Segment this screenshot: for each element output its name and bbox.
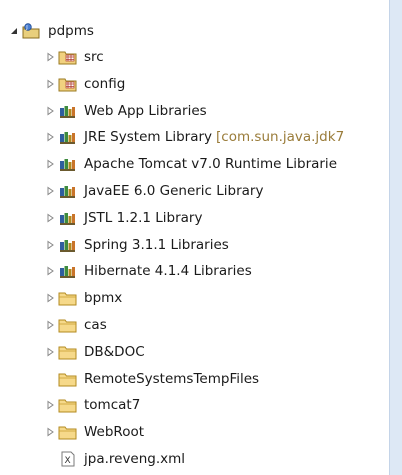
folder-icon: [58, 424, 78, 440]
tree-item[interactable]: JSTL 1.2.1 Library: [42, 205, 202, 231]
library-icon: [58, 156, 78, 172]
source-folder-icon: [58, 76, 78, 92]
tree-item[interactable]: Hibernate 4.1.4 Libraries: [42, 258, 252, 284]
tree-item[interactable]: Web App Libraries: [42, 98, 207, 124]
tree-item-label: tomcat7: [84, 397, 141, 414]
tree-item-label: JRE System Library: [84, 129, 213, 146]
tree-item-label: JSTL 1.2.1 Library: [84, 209, 203, 226]
project-explorer-tree: J pdpms src config Web App Libraries JRE Sy…: [0, 0, 390, 475]
collapsed-arrow-icon[interactable]: [42, 129, 58, 145]
folder-icon: [58, 371, 78, 387]
tree-item-label: src: [84, 49, 104, 65]
folder-icon: [58, 290, 78, 306]
collapsed-arrow-icon[interactable]: [42, 183, 58, 199]
tree-item[interactable]: bpmx: [42, 285, 122, 311]
collapsed-arrow-icon[interactable]: [42, 156, 58, 172]
tree-item[interactable]: Spring 3.1.1 Libraries: [42, 232, 229, 258]
collapsed-arrow-icon[interactable]: [42, 424, 58, 440]
svg-text:X: X: [65, 456, 71, 466]
tree-item[interactable]: Apache Tomcat v7.0 Runtime Librarie: [42, 151, 337, 177]
tree-item[interactable]: src: [42, 44, 104, 70]
tree-item[interactable]: RemoteSystemsTempFiles: [42, 366, 259, 392]
collapsed-arrow-icon[interactable]: [42, 210, 58, 226]
project-name: pdpms: [48, 23, 94, 39]
folder-icon: [58, 317, 78, 333]
tree-item[interactable]: JavaEE 6.0 Generic Library: [42, 178, 263, 204]
source-folder-icon: [58, 49, 78, 65]
tree-item-label: config: [84, 75, 126, 92]
library-icon: [58, 103, 78, 119]
xml-file-icon: X: [58, 451, 78, 467]
svg-text:J: J: [25, 25, 27, 31]
tree-item-label: DB&DOC: [84, 343, 145, 360]
collapsed-arrow-icon[interactable]: [42, 103, 58, 119]
tree-item-label: jpa.reveng.xml: [84, 451, 186, 467]
collapsed-arrow-icon[interactable]: [42, 344, 58, 360]
folder-icon: [58, 344, 78, 360]
expanded-arrow-icon[interactable]: [6, 23, 22, 39]
editor-area-edge: [389, 0, 402, 475]
tree-item-label: WebRoot: [84, 424, 145, 441]
tree-item-label: Web App Libraries: [84, 102, 207, 119]
tree-item-decorator: [com.sun.java.jdk7: [216, 129, 345, 146]
library-icon: [58, 263, 78, 279]
collapsed-arrow-icon[interactable]: [42, 290, 58, 306]
collapsed-arrow-icon[interactable]: [42, 397, 58, 413]
tree-item-label: Hibernate 4.1.4 Libraries: [84, 263, 252, 280]
project-node[interactable]: J pdpms: [6, 18, 94, 44]
tree-item-label: bpmx: [84, 290, 123, 307]
tree-item[interactable]: JRE System Library [com.sun.java.jdk7: [42, 124, 344, 150]
library-icon: [58, 237, 78, 253]
collapsed-arrow-icon[interactable]: [42, 49, 58, 65]
tree-item-label: cas: [84, 317, 107, 333]
library-icon: [58, 183, 78, 199]
collapsed-arrow-icon[interactable]: [42, 237, 58, 253]
tree-item[interactable]: tomcat7: [42, 392, 140, 418]
tree-item[interactable]: cas: [42, 312, 107, 338]
library-icon: [58, 129, 78, 145]
collapsed-arrow-icon[interactable]: [42, 317, 58, 333]
tree-item-label: RemoteSystemsTempFiles: [84, 370, 260, 387]
folder-icon: [58, 397, 78, 413]
tree-item-label: JavaEE 6.0 Generic Library: [84, 183, 264, 199]
tree-item[interactable]: config: [42, 71, 125, 97]
collapsed-arrow-icon[interactable]: [42, 76, 58, 92]
tree-item-label: Spring 3.1.1 Libraries: [84, 236, 229, 253]
tree-item-label: Apache Tomcat v7.0 Runtime Librarie: [84, 156, 337, 173]
library-icon: [58, 210, 78, 226]
collapsed-arrow-icon[interactable]: [42, 263, 58, 279]
java-project-icon: J: [22, 23, 42, 39]
tree-item[interactable]: Xjpa.reveng.xml: [42, 446, 185, 472]
tree-item[interactable]: WebRoot: [42, 419, 144, 445]
tree-item[interactable]: DB&DOC: [42, 339, 145, 365]
